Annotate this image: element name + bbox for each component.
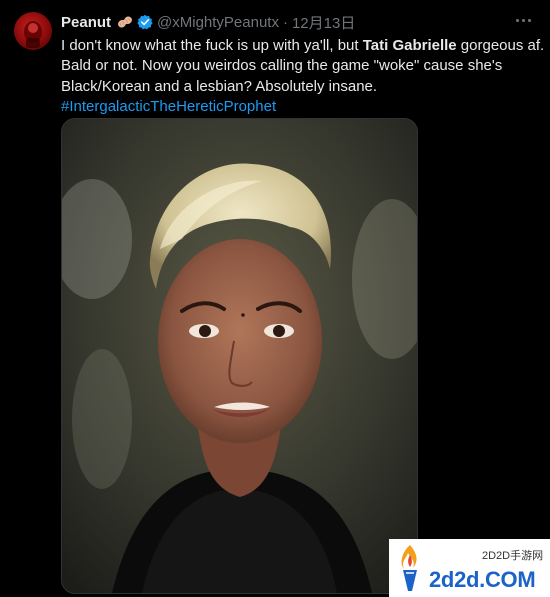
verified-badge-icon — [137, 14, 153, 30]
timestamp[interactable]: 12月13日 — [292, 12, 355, 33]
tweet-header: Peanut @xMightyPeanutx · 12月13日 — [61, 12, 355, 32]
hashtag-link[interactable]: #IntergalacticTheHereticProphet — [61, 97, 531, 117]
display-name[interactable]: Peanut — [61, 14, 111, 31]
portrait-photo — [62, 119, 417, 593]
separator-dot: · — [282, 13, 288, 31]
text-segment: I don't know what the fuck is up with ya… — [61, 37, 363, 54]
watermark-site-name: 2D2D手游网 — [482, 550, 544, 562]
flame-torch-icon — [401, 545, 417, 591]
tweet-text-line-2: Bald or not. Now you weirdos calling the… — [61, 57, 503, 75]
user-handle[interactable]: @xMightyPeanutx — [157, 14, 279, 31]
peanut-icon — [116, 15, 134, 29]
watermark-domain: 2d2d.COM — [429, 567, 536, 592]
site-watermark: 2D2D手游网 2d2d.COM — [389, 539, 550, 597]
tweet-text-line-1: I don't know what the fuck is up with ya… — [61, 36, 544, 56]
tweet-text-line-3: Black/Korean and a lesbian? Absolutely i… — [61, 77, 378, 95]
bold-name: Tati Gabrielle — [362, 37, 457, 54]
more-options-icon[interactable] — [514, 14, 534, 28]
text-segment: gorgeous af. — [456, 37, 545, 54]
tweet-text: I don't know what the fuck is up with ya… — [61, 36, 544, 117]
tweet-photo[interactable] — [61, 118, 418, 594]
tweet: Peanut @xMightyPeanutx · 12月13日 I don't … — [0, 0, 550, 597]
avatar[interactable] — [14, 12, 52, 50]
